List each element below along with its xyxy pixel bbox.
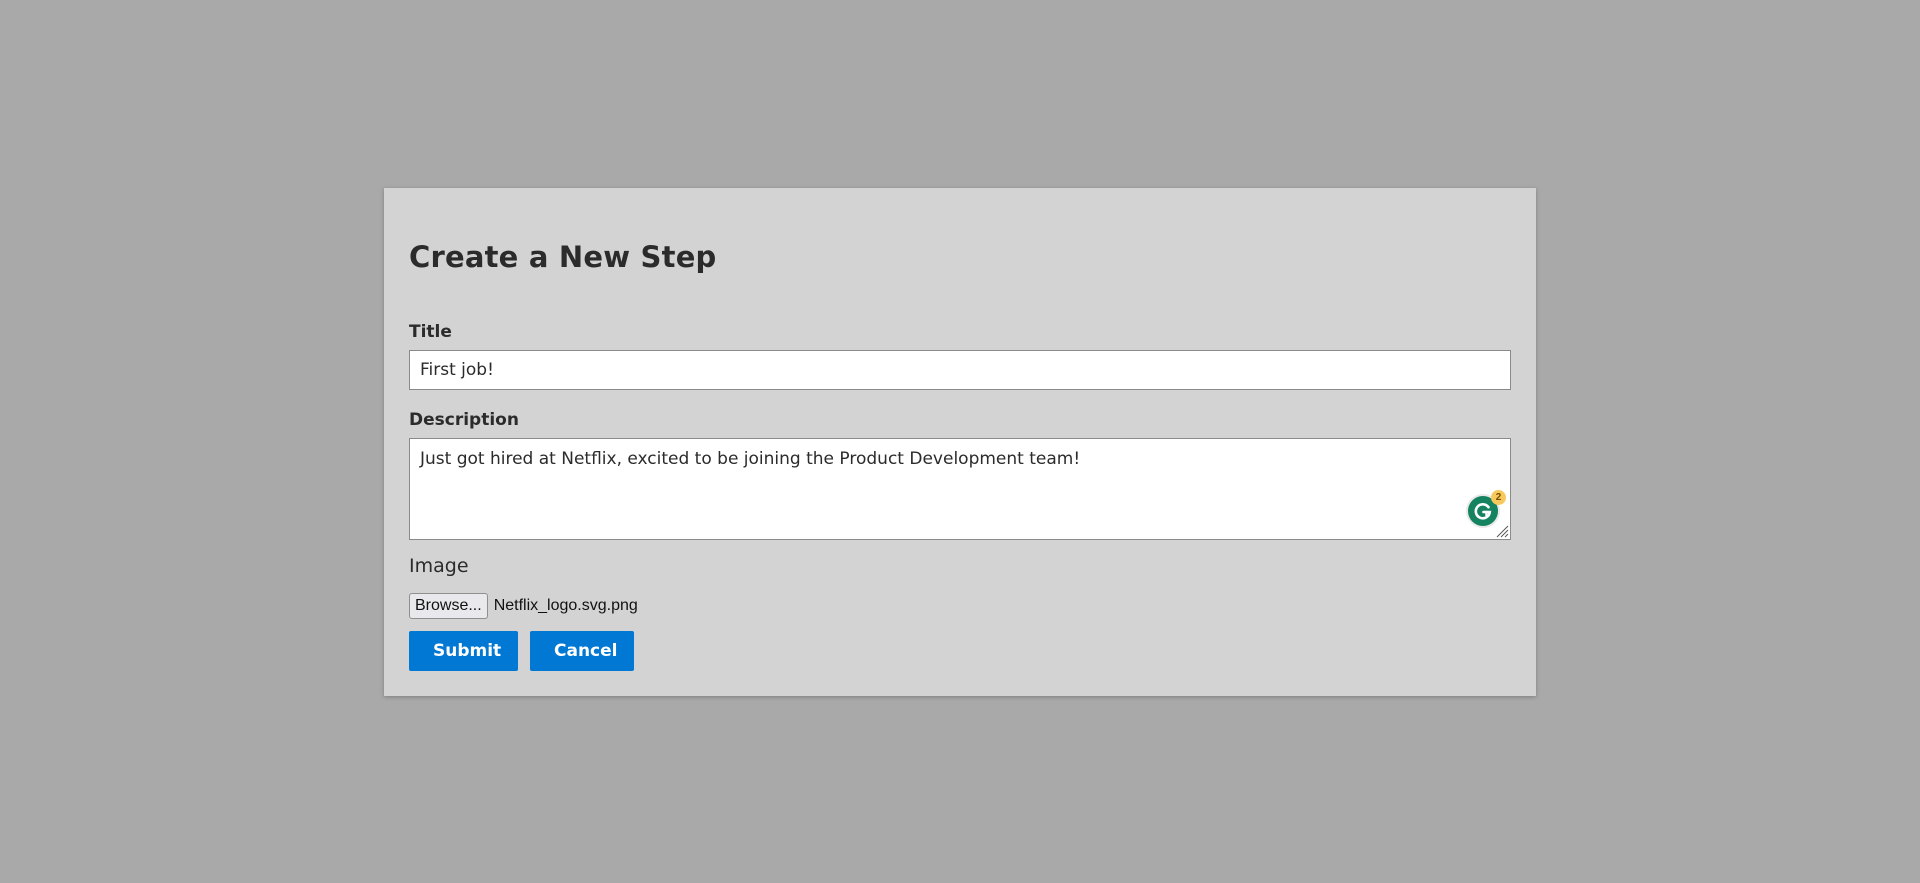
cancel-button[interactable]: Cancel [530,631,634,671]
modal-title: Create a New Step [409,240,717,274]
form-actions: Submit Cancel [409,631,634,671]
browse-button[interactable]: Browse... [409,593,488,619]
description-field: Just got hired at Netflix, excited to be… [409,438,1511,540]
grammarly-count-badge: 2 [1491,490,1506,505]
modal-backdrop: Create a New Step Title Description Just… [0,0,1920,883]
create-step-modal: Create a New Step Title Description Just… [384,188,1536,696]
title-input[interactable] [409,350,1511,390]
description-textarea[interactable]: Just got hired at Netflix, excited to be… [410,439,1510,539]
image-label: Image [409,555,469,577]
title-label: Title [409,322,452,342]
grammarly-g-glyph [1474,503,1492,520]
grammarly-icon[interactable]: 2 [1468,490,1506,526]
file-input: Browse... Netflix_logo.svg.png [409,593,638,619]
submit-button[interactable]: Submit [409,631,518,671]
description-label: Description [409,410,519,430]
resize-handle-icon[interactable] [1495,524,1509,538]
selected-file-name: Netflix_logo.svg.png [493,597,638,614]
